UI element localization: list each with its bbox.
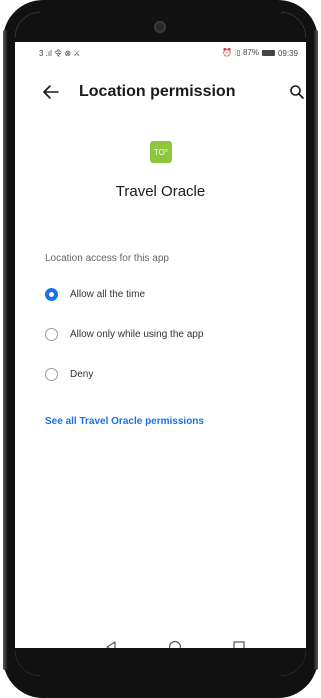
phone-side-right <box>314 30 318 670</box>
signal-wifi-status: 3 .ıl 令 ⊗ ⚔ <box>39 49 81 58</box>
radio-unselected-icon[interactable] <box>45 367 58 381</box>
battery-icon <box>261 50 275 56</box>
section-label: Location access for this app <box>45 253 169 264</box>
arrow-left-icon <box>43 85 59 99</box>
option-allow-all-the-time[interactable]: Allow all the time <box>45 280 295 308</box>
radio-selected-icon[interactable] <box>45 287 58 301</box>
screen: 3 .ıl 令 ⊗ ⚔ ⏰ ⫶▯ 87% 09:39 Location perm… <box>15 12 306 676</box>
search-button[interactable] <box>285 80 306 104</box>
app-name: Travel Oracle <box>115 183 206 200</box>
option-label: Allow only while using the app <box>70 328 204 340</box>
search-icon <box>290 85 304 99</box>
phone-side-left <box>3 30 7 670</box>
option-deny[interactable]: Deny <box>45 360 295 388</box>
bottom-bezel <box>15 648 306 676</box>
alarm-battery-status: ⏰ ⫶▯ 87% <box>222 48 259 57</box>
option-allow-while-using[interactable]: Allow only while using the app <box>45 320 295 348</box>
option-label: Allow all the time <box>70 288 146 300</box>
phone-frame: 3 .ıl 令 ⊗ ⚔ ⏰ ⫶▯ 87% 09:39 Location perm… <box>3 0 318 698</box>
clock: 09:39 <box>277 48 298 58</box>
front-camera-icon <box>154 21 166 33</box>
radio-unselected-icon[interactable] <box>45 327 58 341</box>
top-bezel <box>15 12 306 42</box>
option-label: Deny <box>70 368 94 380</box>
app-icon: TO° <box>150 141 172 163</box>
app-bar: Location permission <box>15 72 306 112</box>
status-bar: 3 .ıl 令 ⊗ ⚔ ⏰ ⫶▯ 87% 09:39 <box>15 42 306 64</box>
status-left: 3 .ıl 令 ⊗ ⚔ <box>39 48 80 59</box>
status-right: ⏰ ⫶▯ 87% 09:39 <box>222 48 298 58</box>
see-all-permissions-link[interactable]: See all Travel Oracle permissions <box>45 416 204 427</box>
page-title: Location permission <box>79 83 236 100</box>
app-icon-text: TO° <box>153 147 169 157</box>
back-button[interactable] <box>39 80 63 104</box>
